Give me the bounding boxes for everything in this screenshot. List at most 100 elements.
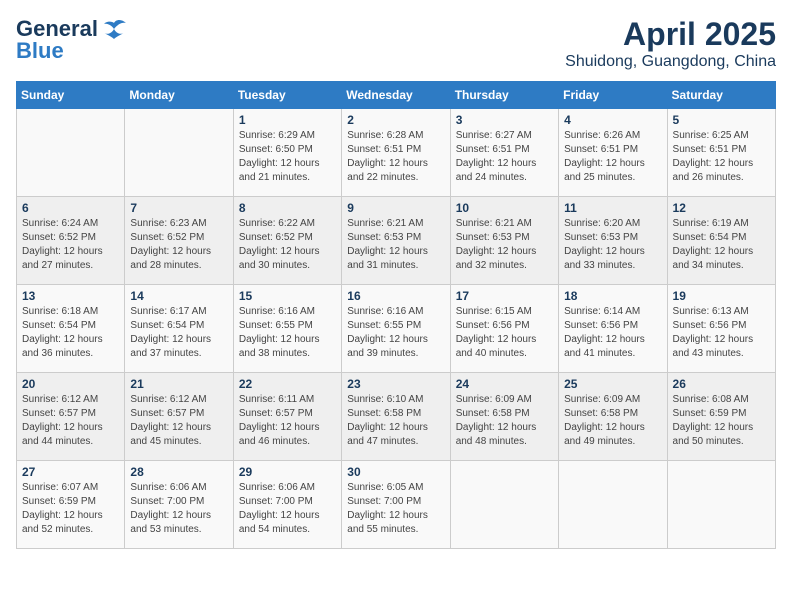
header-friday: Friday [559, 82, 667, 109]
day-detail: Sunrise: 6:15 AMSunset: 6:56 PMDaylight:… [456, 305, 553, 361]
day-detail: Sunrise: 6:26 AMSunset: 6:51 PMDaylight:… [564, 129, 661, 185]
day-number: 19 [673, 289, 770, 303]
header-thursday: Thursday [450, 82, 558, 109]
header-sunday: Sunday [17, 82, 125, 109]
day-number: 5 [673, 113, 770, 127]
calendar-week-2: 6 Sunrise: 6:24 AMSunset: 6:52 PMDaylight… [17, 197, 776, 285]
calendar-cell: 6 Sunrise: 6:24 AMSunset: 6:52 PMDaylight… [17, 197, 125, 285]
calendar-week-5: 27Sunrise: 6:07 AMSunset: 6:59 PMDayligh… [17, 461, 776, 549]
day-detail: Sunrise: 6:12 AMSunset: 6:57 PMDaylight:… [22, 393, 119, 449]
calendar-cell: 22Sunrise: 6:11 AMSunset: 6:57 PMDayligh… [233, 373, 341, 461]
day-detail: Sunrise: 6:06 AMSunset: 7:00 PMDaylight:… [239, 481, 336, 537]
day-number: 24 [456, 377, 553, 391]
day-detail: Sunrise: 6:27 AMSunset: 6:51 PMDaylight:… [456, 129, 553, 185]
day-detail: Sunrise: 6:05 AMSunset: 7:00 PMDaylight:… [347, 481, 444, 537]
calendar-cell [667, 461, 775, 549]
day-detail: Sunrise: 6:21 AMSunset: 6:53 PMDaylight:… [456, 217, 553, 273]
header-wednesday: Wednesday [342, 82, 450, 109]
day-number: 14 [130, 289, 227, 303]
calendar-cell: 18 Sunrise: 6:14 AMSunset: 6:56 PMDayligh… [559, 285, 667, 373]
calendar-cell: 1 Sunrise: 6:29 AMSunset: 6:50 PMDaylight… [233, 109, 341, 197]
calendar-cell: 5 Sunrise: 6:25 AMSunset: 6:51 PMDaylight… [667, 109, 775, 197]
calendar-cell: 20 Sunrise: 6:12 AMSunset: 6:57 PMDayligh… [17, 373, 125, 461]
day-number: 21 [130, 377, 227, 391]
day-detail: Sunrise: 6:12 AMSunset: 6:57 PMDaylight:… [130, 393, 227, 449]
calendar-cell: 27Sunrise: 6:07 AMSunset: 6:59 PMDayligh… [17, 461, 125, 549]
day-detail: Sunrise: 6:25 AMSunset: 6:51 PMDaylight:… [673, 129, 770, 185]
calendar-cell [450, 461, 558, 549]
logo: General Blue [16, 16, 128, 64]
day-detail: Sunrise: 6:19 AMSunset: 6:54 PMDaylight:… [673, 217, 770, 273]
day-number: 29 [239, 465, 336, 479]
day-detail: Sunrise: 6:06 AMSunset: 7:00 PMDaylight:… [130, 481, 227, 537]
calendar-cell: 23 Sunrise: 6:10 AMSunset: 6:58 PMDayligh… [342, 373, 450, 461]
calendar-cell: 10 Sunrise: 6:21 AMSunset: 6:53 PMDayligh… [450, 197, 558, 285]
day-number: 18 [564, 289, 661, 303]
calendar-week-1: 1 Sunrise: 6:29 AMSunset: 6:50 PMDaylight… [17, 109, 776, 197]
calendar-cell: 15Sunrise: 6:16 AMSunset: 6:55 PMDayligh… [233, 285, 341, 373]
calendar-cell: 4Sunrise: 6:26 AMSunset: 6:51 PMDaylight… [559, 109, 667, 197]
day-detail: Sunrise: 6:23 AMSunset: 6:52 PMDaylight:… [130, 217, 227, 273]
day-detail: Sunrise: 6:24 AMSunset: 6:52 PMDaylight:… [22, 217, 119, 273]
day-number: 30 [347, 465, 444, 479]
logo-bird-icon [100, 19, 128, 39]
day-detail: Sunrise: 6:09 AMSunset: 6:58 PMDaylight:… [456, 393, 553, 449]
calendar-cell: 25 Sunrise: 6:09 AMSunset: 6:58 PMDayligh… [559, 373, 667, 461]
day-number: 25 [564, 377, 661, 391]
calendar-cell: 16 Sunrise: 6:16 AMSunset: 6:55 PMDayligh… [342, 285, 450, 373]
calendar-cell [559, 461, 667, 549]
day-detail: Sunrise: 6:07 AMSunset: 6:59 PMDaylight:… [22, 481, 119, 537]
calendar-week-3: 13Sunrise: 6:18 AMSunset: 6:54 PMDayligh… [17, 285, 776, 373]
day-detail: Sunrise: 6:08 AMSunset: 6:59 PMDaylight:… [673, 393, 770, 449]
header-tuesday: Tuesday [233, 82, 341, 109]
day-number: 10 [456, 201, 553, 215]
day-number: 20 [22, 377, 119, 391]
calendar-table: Sunday Monday Tuesday Wednesday Thursday… [16, 81, 776, 549]
calendar-cell: 3 Sunrise: 6:27 AMSunset: 6:51 PMDaylight… [450, 109, 558, 197]
day-detail: Sunrise: 6:09 AMSunset: 6:58 PMDaylight:… [564, 393, 661, 449]
title-block: April 2025 Shuidong, Guangdong, China [565, 16, 776, 71]
day-number: 8 [239, 201, 336, 215]
day-detail: Sunrise: 6:29 AMSunset: 6:50 PMDaylight:… [239, 129, 336, 185]
day-detail: Sunrise: 6:20 AMSunset: 6:53 PMDaylight:… [564, 217, 661, 273]
calendar-cell: 24 Sunrise: 6:09 AMSunset: 6:58 PMDayligh… [450, 373, 558, 461]
day-number: 28 [130, 465, 227, 479]
logo-blue: Blue [16, 38, 64, 64]
day-number: 15 [239, 289, 336, 303]
calendar-cell: 29 Sunrise: 6:06 AMSunset: 7:00 PMDayligh… [233, 461, 341, 549]
day-detail: Sunrise: 6:10 AMSunset: 6:58 PMDaylight:… [347, 393, 444, 449]
day-number: 3 [456, 113, 553, 127]
calendar-cell: 14Sunrise: 6:17 AMSunset: 6:54 PMDayligh… [125, 285, 233, 373]
day-number: 1 [239, 113, 336, 127]
calendar-cell [17, 109, 125, 197]
calendar-cell: 8Sunrise: 6:22 AMSunset: 6:52 PMDaylight… [233, 197, 341, 285]
header-saturday: Saturday [667, 82, 775, 109]
day-number: 23 [347, 377, 444, 391]
day-detail: Sunrise: 6:14 AMSunset: 6:56 PMDaylight:… [564, 305, 661, 361]
calendar-header: Sunday Monday Tuesday Wednesday Thursday… [17, 82, 776, 109]
page-header: General Blue April 2025 Shuidong, Guangd… [16, 16, 776, 71]
calendar-cell: 26 Sunrise: 6:08 AMSunset: 6:59 PMDayligh… [667, 373, 775, 461]
day-number: 9 [347, 201, 444, 215]
calendar-body: 1 Sunrise: 6:29 AMSunset: 6:50 PMDaylight… [17, 109, 776, 549]
day-detail: Sunrise: 6:13 AMSunset: 6:56 PMDaylight:… [673, 305, 770, 361]
day-number: 13 [22, 289, 119, 303]
calendar-cell: 17 Sunrise: 6:15 AMSunset: 6:56 PMDayligh… [450, 285, 558, 373]
day-detail: Sunrise: 6:28 AMSunset: 6:51 PMDaylight:… [347, 129, 444, 185]
calendar-cell: 19 Sunrise: 6:13 AMSunset: 6:56 PMDayligh… [667, 285, 775, 373]
calendar-cell: 28 Sunrise: 6:06 AMSunset: 7:00 PMDayligh… [125, 461, 233, 549]
weekday-row: Sunday Monday Tuesday Wednesday Thursday… [17, 82, 776, 109]
day-number: 17 [456, 289, 553, 303]
location-title: Shuidong, Guangdong, China [565, 53, 776, 71]
calendar-week-4: 20 Sunrise: 6:12 AMSunset: 6:57 PMDayligh… [17, 373, 776, 461]
month-title: April 2025 [565, 16, 776, 53]
calendar-cell: 30 Sunrise: 6:05 AMSunset: 7:00 PMDayligh… [342, 461, 450, 549]
day-detail: Sunrise: 6:16 AMSunset: 6:55 PMDaylight:… [347, 305, 444, 361]
calendar-cell: 11Sunrise: 6:20 AMSunset: 6:53 PMDayligh… [559, 197, 667, 285]
day-detail: Sunrise: 6:21 AMSunset: 6:53 PMDaylight:… [347, 217, 444, 273]
calendar-cell: 2Sunrise: 6:28 AMSunset: 6:51 PMDaylight… [342, 109, 450, 197]
day-number: 6 [22, 201, 119, 215]
header-monday: Monday [125, 82, 233, 109]
day-number: 26 [673, 377, 770, 391]
day-number: 16 [347, 289, 444, 303]
